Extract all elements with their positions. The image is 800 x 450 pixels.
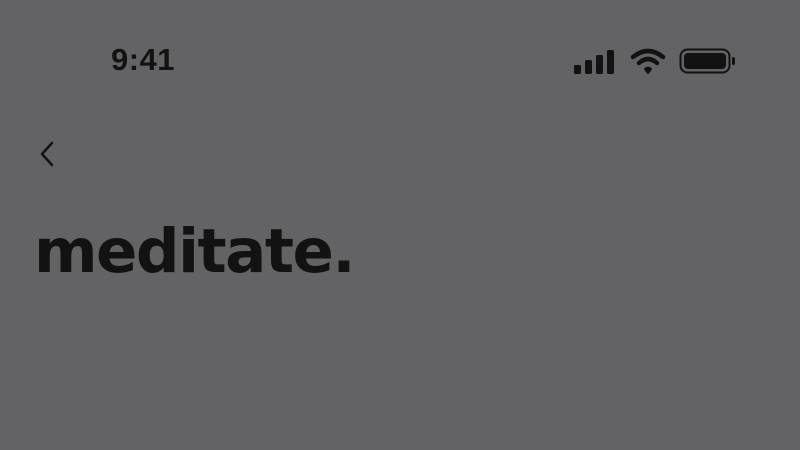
status-icons — [574, 44, 738, 78]
wifi-icon — [630, 48, 666, 74]
status-time: 9:41 — [111, 42, 176, 77]
screen: 9:41 meditate. — [0, 0, 800, 450]
page-title: meditate. — [34, 216, 356, 287]
chevron-left-icon — [40, 141, 54, 167]
back-button[interactable] — [27, 134, 67, 174]
battery-icon — [679, 48, 735, 74]
signal-icon — [574, 50, 614, 74]
status-bar: 9:41 — [0, 0, 800, 110]
